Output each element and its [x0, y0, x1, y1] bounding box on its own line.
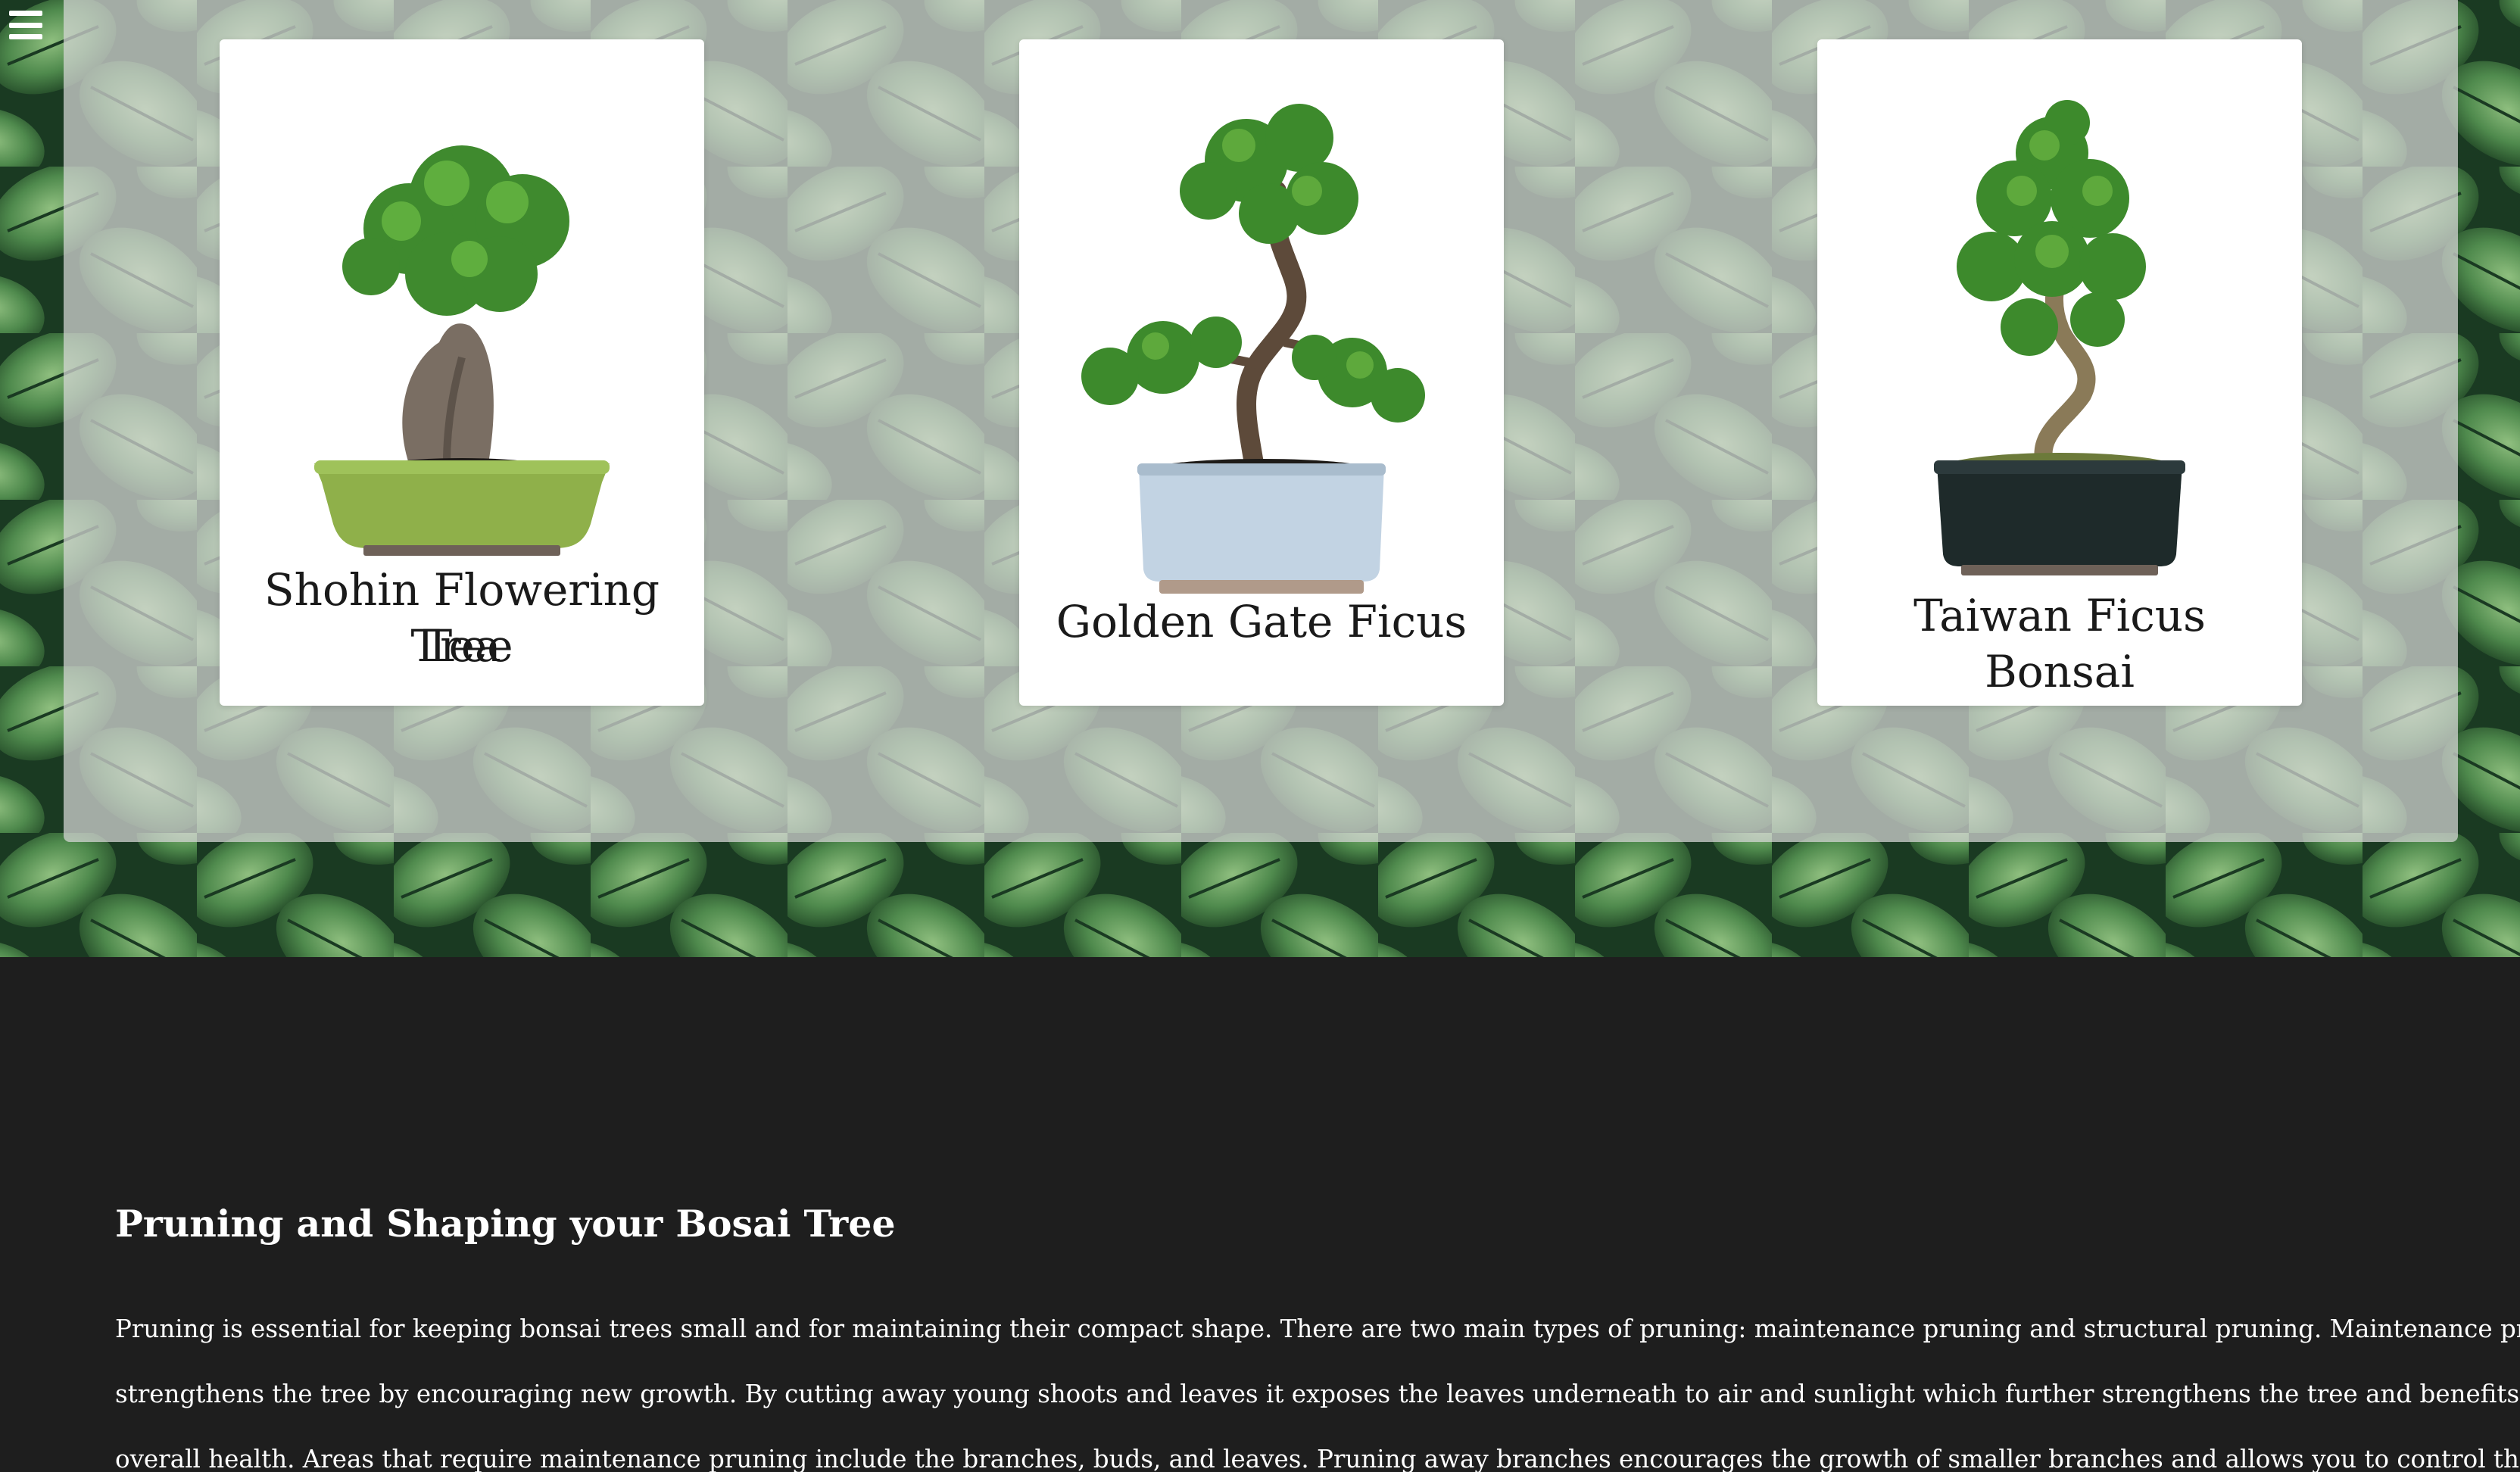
paragraph-line: Pruning is essential for keeping bonsai …: [115, 1315, 2520, 1343]
paragraph-line: strengthens the tree by encouraging new …: [115, 1380, 2520, 1408]
hero-section: Shohin Flowering Tea Tree Golden Gate Fi…: [0, 0, 2520, 957]
menu-bar: [9, 11, 42, 16]
menu-bar: [9, 22, 42, 28]
paragraph-line: overall health. Areas that require maint…: [115, 1445, 2520, 1472]
page: Shohin Flowering Tea Tree Golden Gate Fi…: [0, 0, 2520, 1472]
hamburger-menu-icon[interactable]: [9, 11, 42, 39]
product-card-taiwan-ficus-bonsai[interactable]: Taiwan Ficus Bonsai: [1817, 39, 2302, 706]
product-card-golden-gate-ficus[interactable]: Golden Gate Ficus: [1019, 39, 1504, 706]
card-title: Taiwan Ficus Bonsai: [1913, 590, 2206, 697]
article-section: Pruning and Shaping your Bosai Tree Prun…: [0, 957, 2520, 1472]
card-title: Golden Gate Ficus: [1056, 596, 1467, 647]
article-paragraph: Pruning is essential for keeping bonsai …: [115, 1296, 2520, 1472]
article-heading: Pruning and Shaping your Bosai Tree: [115, 1202, 896, 1246]
menu-bar: [9, 34, 42, 39]
product-card-shohin-flowering-tea-tree[interactable]: Shohin Flowering Tea Tree: [220, 39, 704, 706]
card-title: Tree: [410, 620, 513, 672]
bonsai-gallery: Shohin Flowering Tea Tree Golden Gate Fi…: [64, 0, 2458, 842]
